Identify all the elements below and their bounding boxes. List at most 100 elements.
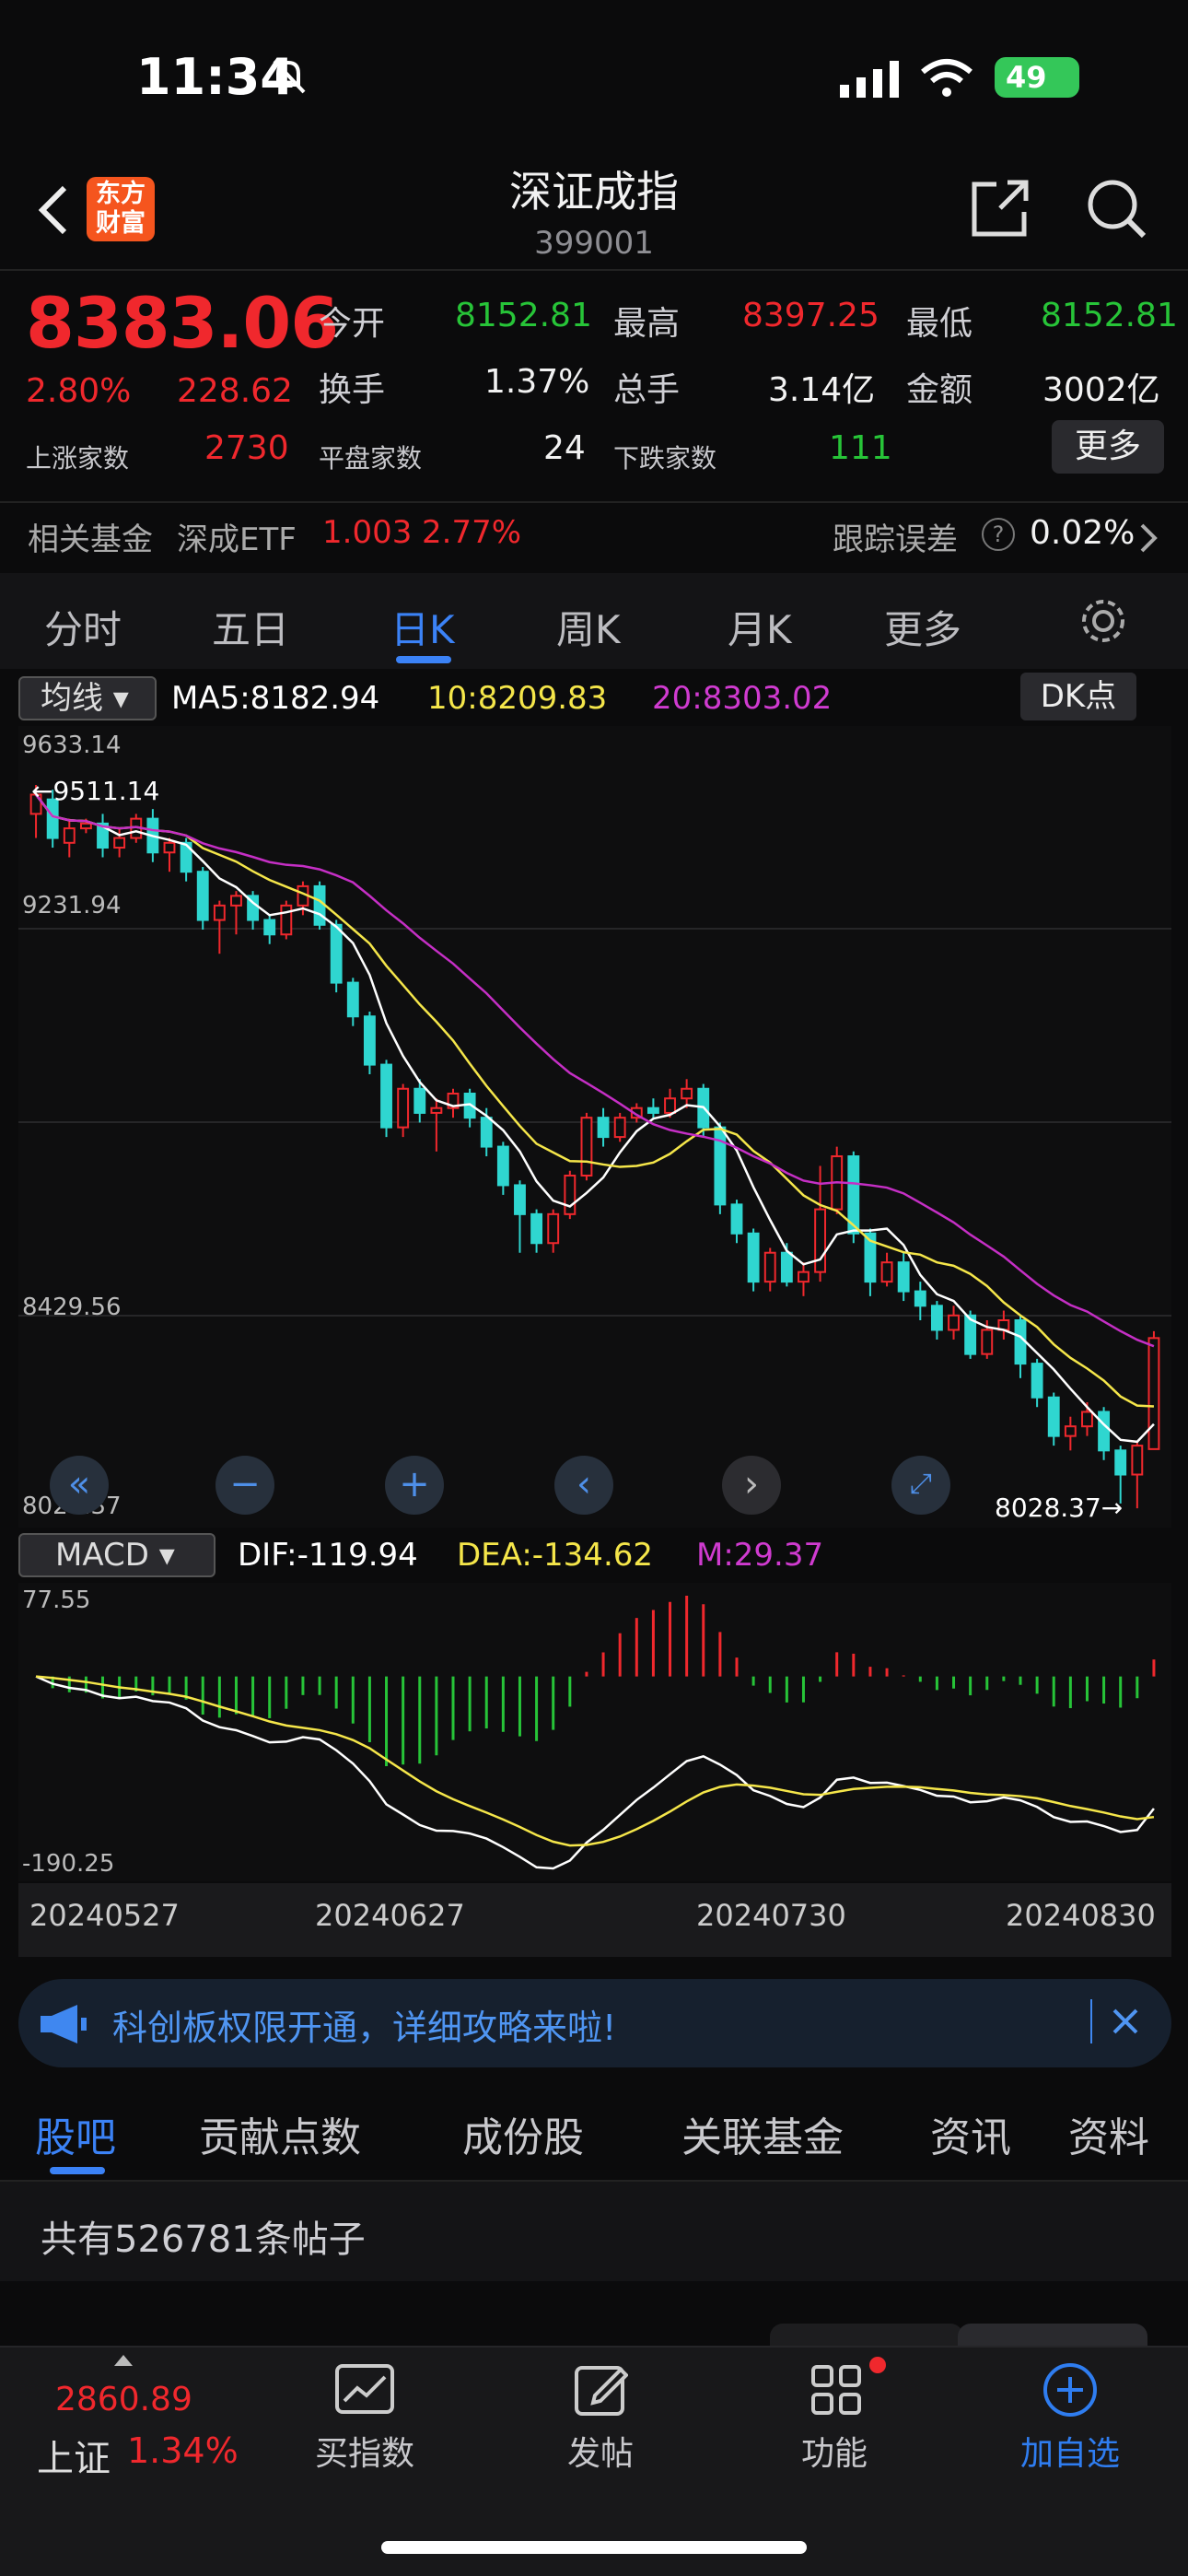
change-pct: 2.80% <box>26 372 132 410</box>
fund-price: 1.003 <box>322 514 413 551</box>
candle-body <box>564 1174 577 1215</box>
dk-button[interactable]: DK点 <box>1020 673 1136 720</box>
scroll-first-icon[interactable]: « <box>50 1456 109 1515</box>
axis-mid1-label: 9231.94 <box>22 892 122 919</box>
candle-body <box>163 841 176 854</box>
candle-body <box>930 1305 943 1331</box>
candle-body <box>1114 1449 1127 1476</box>
macd-chart[interactable] <box>18 1583 1171 1881</box>
battery-level: 49 <box>1006 60 1047 95</box>
battery-icon: 49 <box>995 57 1079 98</box>
tab-monthly-k[interactable]: 月K <box>728 599 792 655</box>
fund-name[interactable]: 深成ETF <box>177 514 297 559</box>
candle-body <box>798 1270 809 1283</box>
ma20-value: 20:8303.02 <box>652 680 833 717</box>
candle-body <box>1047 1396 1060 1437</box>
tab-constituents[interactable]: 成份股 <box>462 2104 584 2163</box>
candle-body <box>780 1251 793 1283</box>
scroll-left-icon[interactable]: ‹ <box>554 1456 613 1515</box>
section-tab-indicator <box>50 2167 105 2174</box>
tab-more[interactable]: 更多 <box>884 599 961 655</box>
m-value: M:29.37 <box>696 1537 824 1574</box>
megaphone-icon <box>39 2001 88 2049</box>
candle-body <box>413 1087 426 1114</box>
apps-icon[interactable] <box>810 2364 862 2419</box>
candle-body <box>113 837 126 849</box>
flat-count: 24 <box>543 429 586 467</box>
notification-dot <box>869 2357 886 2373</box>
low-label: 最低 <box>906 305 973 343</box>
ma-selector[interactable]: 均线 ▾ <box>18 676 157 720</box>
tab-five-day[interactable]: 五日 <box>212 599 289 655</box>
candle-body <box>530 1212 543 1245</box>
chevron-right-icon[interactable] <box>1138 521 1160 558</box>
quote-divider <box>0 501 1188 503</box>
dif-value: DIF:-119.94 <box>238 1537 418 1574</box>
candle-body <box>380 1063 392 1129</box>
candle-body <box>79 822 92 830</box>
low-value: 8152.81 <box>1041 297 1178 334</box>
macd-selector[interactable]: MACD ▾ <box>18 1533 215 1577</box>
macd-svg <box>35 1596 1156 1870</box>
help-icon[interactable]: ? <box>982 518 1015 551</box>
sh-index-pct[interactable]: 1.34% <box>127 2430 239 2471</box>
axis-mid2-label: 8429.56 <box>22 1294 122 1321</box>
nav-post[interactable]: 发帖 <box>508 2427 693 2475</box>
candle-body <box>814 1208 827 1273</box>
dea-value: DEA:-134.62 <box>457 1537 654 1574</box>
tab-intraday[interactable]: 分时 <box>44 599 122 655</box>
candle-body <box>196 871 209 921</box>
down-count: 111 <box>829 429 892 467</box>
tab-weekly-k[interactable]: 周K <box>556 599 621 655</box>
chart-icon[interactable] <box>335 2364 394 2418</box>
candle-body <box>63 827 76 844</box>
more-button[interactable]: 更多 <box>1052 420 1164 474</box>
sh-index-price[interactable]: 2860.89 <box>55 2381 192 2418</box>
edit-icon[interactable] <box>575 2362 629 2419</box>
open-value: 8152.81 <box>455 297 592 334</box>
date-label: 20240830 <box>1006 1898 1156 1933</box>
candle-body <box>1081 1411 1093 1428</box>
candle-body <box>681 1087 693 1100</box>
down-count-label: 下跌家数 <box>613 443 717 474</box>
flat-count-label: 平盘家数 <box>319 443 423 474</box>
kline-chart[interactable] <box>18 726 1171 1528</box>
candle-body <box>1098 1411 1111 1452</box>
gear-icon[interactable] <box>1077 595 1129 650</box>
high-marker: ←9511.14 <box>31 776 160 806</box>
date-label: 20240527 <box>29 1898 180 1933</box>
candle-body <box>763 1251 776 1283</box>
volume-label: 总手 <box>613 371 681 409</box>
tab-profile[interactable]: 资料 <box>1068 2104 1149 2163</box>
tab-news[interactable]: 资讯 <box>930 2104 1011 2163</box>
tab-contribution[interactable]: 贡献点数 <box>199 2104 361 2163</box>
search-icon[interactable] <box>1085 177 1147 243</box>
close-icon[interactable] <box>1111 2007 1140 2040</box>
nav-add-watchlist[interactable]: 加自选 <box>978 2427 1162 2475</box>
zoom-in-icon[interactable]: + <box>385 1456 444 1515</box>
home-indicator <box>381 2541 807 2554</box>
candle-body <box>730 1203 743 1235</box>
turnover-label: 换手 <box>319 371 386 409</box>
fullscreen-icon[interactable]: ⤢ <box>891 1456 950 1515</box>
ma10-value: 10:8209.83 <box>427 680 608 717</box>
tab-daily-k[interactable]: 日K <box>390 599 455 655</box>
candle-body <box>263 919 276 936</box>
candle-body <box>914 1290 926 1307</box>
share-icon[interactable] <box>969 177 1031 243</box>
nav-buy-index[interactable]: 买指数 <box>273 2427 457 2475</box>
scroll-right-icon[interactable]: › <box>722 1456 781 1515</box>
open-label: 今开 <box>319 305 386 343</box>
tracking-label: 跟踪误差 <box>833 521 958 558</box>
low-marker: 8028.37→ <box>995 1493 1124 1523</box>
wifi-icon <box>919 57 974 101</box>
add-circle-icon[interactable] <box>1042 2362 1098 2421</box>
tab-related-funds[interactable]: 关联基金 <box>681 2104 844 2163</box>
tab-guba[interactable]: 股吧 <box>35 2104 116 2163</box>
zoom-out-icon[interactable]: − <box>215 1456 274 1515</box>
nav-functions[interactable]: 功能 <box>742 2427 926 2475</box>
app-root: 11:34 49 东方 财富 深证成指 399001 8383.06 2.80% … <box>0 0 1188 2576</box>
sh-index-name[interactable]: 上证 <box>37 2429 111 2482</box>
banner-text[interactable]: 科创板权限开通，详细攻略来啦! <box>112 1999 616 2050</box>
fund-label: 相关基金 <box>28 521 153 558</box>
